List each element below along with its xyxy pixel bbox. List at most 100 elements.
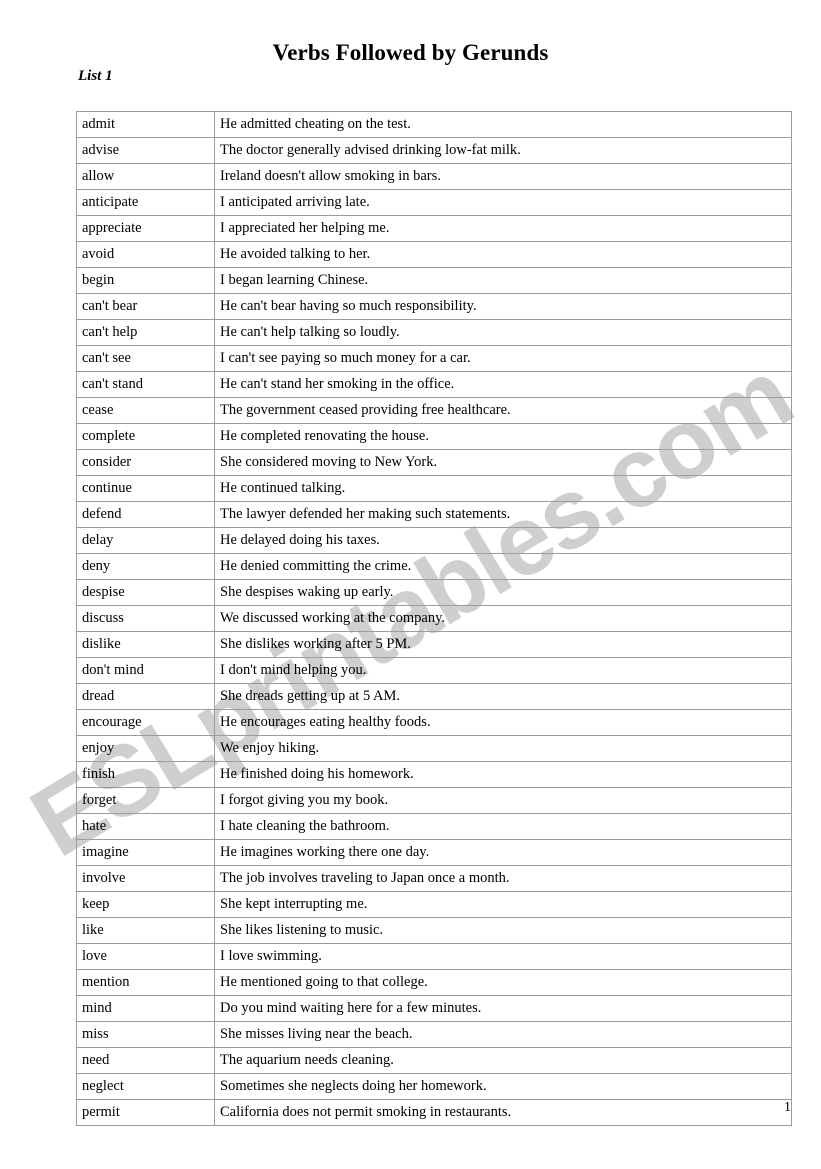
table-row: begin I began learning Chinese. — [76, 267, 792, 294]
table-row: miss She misses living near the beach. — [76, 1021, 792, 1048]
example-sentence-cell: He continued talking. — [214, 475, 792, 502]
table-row: imagine He imagines working there one day… — [76, 839, 792, 866]
example-sentence-cell: Ireland doesn't allow smoking in bars. — [214, 163, 792, 190]
verb-cell: dread — [76, 683, 215, 710]
verb-cell: encourage — [76, 709, 215, 736]
verb-cell: enjoy — [76, 735, 215, 762]
table-row: involve The job involves traveling to Jap… — [76, 865, 792, 892]
verb-cell: forget — [76, 787, 215, 814]
table-row: continue He continued talking. — [76, 475, 792, 502]
example-sentence-cell: The doctor generally advised drinking lo… — [214, 137, 792, 164]
table-row: despise She despises waking up early. — [76, 579, 792, 606]
example-sentence-cell: I appreciated her helping me. — [214, 215, 792, 242]
example-sentence-cell: I can't see paying so much money for a c… — [214, 345, 792, 372]
example-sentence-cell: He can't bear having so much responsibil… — [214, 293, 792, 320]
verb-cell: discuss — [76, 605, 215, 632]
table-row: can't bear He can't bear having so much r… — [76, 293, 792, 320]
verb-cell: need — [76, 1047, 215, 1074]
verb-cell: like — [76, 917, 215, 944]
table-row: love I love swimming. — [76, 943, 792, 970]
table-row: admit He admitted cheating on the test. — [76, 111, 792, 138]
example-sentence-cell: I anticipated arriving late. — [214, 189, 792, 216]
list-label: List 1 — [78, 68, 113, 84]
verb-cell: mind — [76, 995, 215, 1022]
table-row: allow Ireland doesn't allow smoking in ba… — [76, 163, 792, 190]
verb-cell: finish — [76, 761, 215, 788]
table-row: keep She kept interrupting me. — [76, 891, 792, 918]
table-row: deny He denied committing the crime. — [76, 553, 792, 580]
table-row: like She likes listening to music. — [76, 917, 792, 944]
verb-cell: imagine — [76, 839, 215, 866]
table-row: can't help He can't help talking so loudl… — [76, 319, 792, 346]
verb-cell: miss — [76, 1021, 215, 1048]
example-sentence-cell: The aquarium needs cleaning. — [214, 1047, 792, 1074]
example-sentence-cell: Do you mind waiting here for a few minut… — [214, 995, 792, 1022]
example-sentence-cell: He can't help talking so loudly. — [214, 319, 792, 346]
verb-cell: keep — [76, 891, 215, 918]
verb-cell: continue — [76, 475, 215, 502]
example-sentence-cell: She misses living near the beach. — [214, 1021, 792, 1048]
table-row: need The aquarium needs cleaning. — [76, 1047, 792, 1074]
page-title: Verbs Followed by Gerunds — [272, 40, 549, 65]
example-sentence-cell: She considered moving to New York. — [214, 449, 792, 476]
example-sentence-cell: The job involves traveling to Japan once… — [214, 865, 792, 892]
page-number: 1 — [784, 1100, 791, 1115]
table-row: mind Do you mind waiting here for a few m… — [76, 995, 792, 1022]
verb-cell: hate — [76, 813, 215, 840]
verb-cell: love — [76, 943, 215, 970]
table-row: anticipate I anticipated arriving late. — [76, 189, 792, 216]
example-sentence-cell: He completed renovating the house. — [214, 423, 792, 450]
table-row: neglect Sometimes she neglects doing her … — [76, 1073, 792, 1100]
example-sentence-cell: I don't mind helping you. — [214, 657, 792, 684]
example-sentence-cell: She dislikes working after 5 PM. — [214, 631, 792, 658]
example-sentence-cell: He avoided talking to her. — [214, 241, 792, 268]
example-sentence-cell: He imagines working there one day. — [214, 839, 792, 866]
verb-cell: neglect — [76, 1073, 215, 1100]
verb-cell: don't mind — [76, 657, 215, 684]
example-sentence-cell: Sometimes she neglects doing her homewor… — [214, 1073, 792, 1100]
table-row: complete He completed renovating the hous… — [76, 423, 792, 450]
table-row: avoid He avoided talking to her. — [76, 241, 792, 268]
table-row: finish He finished doing his homework. — [76, 761, 792, 788]
example-sentence-cell: I love swimming. — [214, 943, 792, 970]
table-row: don't mind I don't mind helping you. — [76, 657, 792, 684]
verb-table-container: admit He admitted cheating on the test. ad… — [76, 111, 792, 1126]
example-sentence-cell: He encourages eating healthy foods. — [214, 709, 792, 736]
table-row: hate I hate cleaning the bathroom. — [76, 813, 792, 840]
table-row: can't stand He can't stand her smoking in… — [76, 371, 792, 398]
verb-cell: can't help — [76, 319, 215, 346]
verb-cell: can't stand — [76, 371, 215, 398]
example-sentence-cell: She likes listening to music. — [214, 917, 792, 944]
verb-cell: anticipate — [76, 189, 215, 216]
example-sentence-cell: She despises waking up early. — [214, 579, 792, 606]
example-sentence-cell: She dreads getting up at 5 AM. — [214, 683, 792, 710]
verb-cell: allow — [76, 163, 215, 190]
example-sentence-cell: He can't stand her smoking in the office… — [214, 371, 792, 398]
example-sentence-cell: He finished doing his homework. — [214, 761, 792, 788]
verb-cell: can't bear — [76, 293, 215, 320]
verb-cell: can't see — [76, 345, 215, 372]
verb-cell: appreciate — [76, 215, 215, 242]
verb-cell: involve — [76, 865, 215, 892]
table-row: appreciate I appreciated her helping me. — [76, 215, 792, 242]
example-sentence-cell: He mentioned going to that college. — [214, 969, 792, 996]
table-row: discuss We discussed working at the compa… — [76, 605, 792, 632]
example-sentence-cell: The government ceased providing free hea… — [214, 397, 792, 424]
table-row: forget I forgot giving you my book. — [76, 787, 792, 814]
verb-cell: deny — [76, 553, 215, 580]
example-sentence-cell: He denied committing the crime. — [214, 553, 792, 580]
table-row: cease The government ceased providing fre… — [76, 397, 792, 424]
table-row: delay He delayed doing his taxes. — [76, 527, 792, 554]
verb-cell: delay — [76, 527, 215, 554]
example-sentence-cell: I hate cleaning the bathroom. — [214, 813, 792, 840]
verb-cell: advise — [76, 137, 215, 164]
table-row: consider She considered moving to New Yor… — [76, 449, 792, 476]
verb-gerund-table: admit He admitted cheating on the test. ad… — [76, 111, 792, 1126]
verb-cell: dislike — [76, 631, 215, 658]
table-row: can't see I can't see paying so much mone… — [76, 345, 792, 372]
table-row: advise The doctor generally advised drink… — [76, 137, 792, 164]
example-sentence-cell: I forgot giving you my book. — [214, 787, 792, 814]
table-row: enjoy We enjoy hiking. — [76, 735, 792, 762]
verb-cell: admit — [76, 111, 215, 138]
example-sentence-cell: He delayed doing his taxes. — [214, 527, 792, 554]
